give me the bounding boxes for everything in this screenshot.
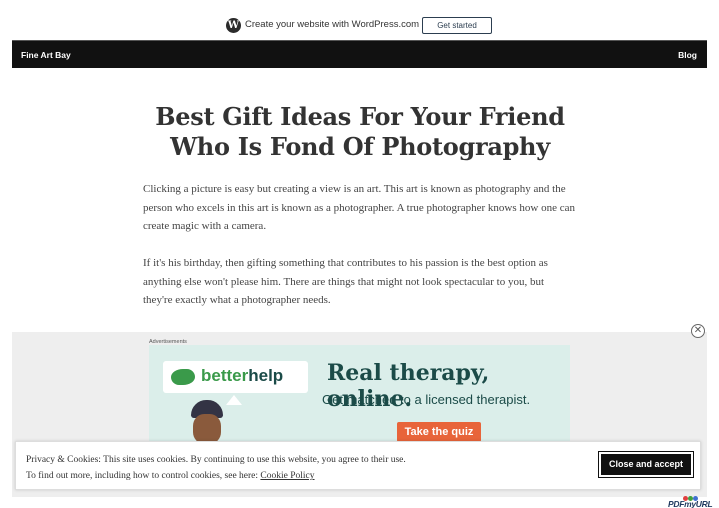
- cookie-policy-link[interactable]: Cookie Policy: [260, 471, 314, 481]
- face-shape: [193, 414, 221, 444]
- ad-subheadline: Get matched to a licensed therapist.: [322, 392, 531, 407]
- article-title: Best Gift Ideas For Your Friend Who Is F…: [155, 102, 565, 161]
- cookie-notice-line2: To find out more, including how to contr…: [26, 471, 261, 481]
- brand-prefix: better: [201, 366, 249, 385]
- article-paragraph: Clicking a picture is easy but creating …: [143, 183, 575, 232]
- get-started-button[interactable]: Get started: [422, 17, 492, 34]
- close-ad-icon[interactable]: ✕: [691, 324, 705, 338]
- site-header: Fine Art Bay Blog: [12, 40, 707, 68]
- person-illustration: [187, 400, 227, 445]
- nav-item-blog[interactable]: Blog: [678, 50, 697, 60]
- brand-suffix: help: [248, 366, 284, 385]
- article-paragraph: If it's his birthday, then gifting somet…: [143, 257, 548, 306]
- pdfmyurl-logo-text: PDFmyURL: [668, 499, 713, 508]
- cookie-notice-line1: Privacy & Cookies: This site uses cookie…: [26, 455, 406, 465]
- betterhelp-ad-banner[interactable]: betterhelp Real therapy, online. Get mat…: [149, 345, 570, 445]
- pdfmyurl-logo: PDFmyURL: [668, 496, 713, 508]
- cookie-banner: Privacy & Cookies: This site uses cookie…: [15, 441, 701, 490]
- speech-bubble-icon: [226, 395, 242, 405]
- wordpress-promo-bar: W Create your website with WordPress.com…: [0, 0, 719, 40]
- take-the-quiz-button[interactable]: Take the quiz: [397, 422, 481, 442]
- betterhelp-logo: betterhelp: [163, 361, 308, 393]
- wordpress-promo-text[interactable]: Create your website with WordPress.com: [245, 19, 419, 30]
- cookie-notice-text: Privacy & Cookies: This site uses cookie…: [26, 452, 586, 484]
- site-title-link[interactable]: Fine Art Bay: [21, 50, 71, 60]
- wordpress-logo-icon: W: [226, 18, 241, 33]
- close-and-accept-button[interactable]: Close and accept: [598, 451, 694, 478]
- leaf-icon: [171, 369, 195, 385]
